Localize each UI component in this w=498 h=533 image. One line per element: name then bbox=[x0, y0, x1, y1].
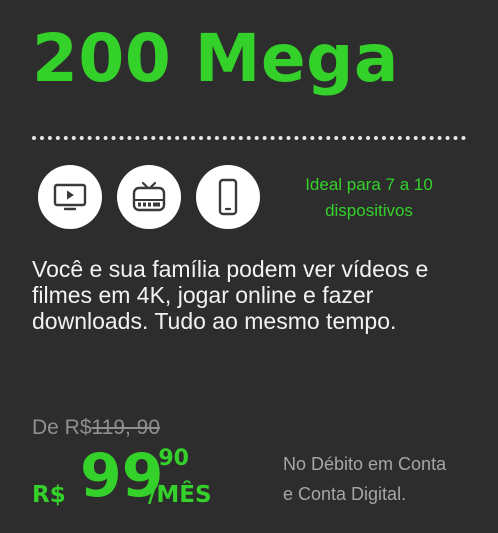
old-price-value: 119, 90 bbox=[91, 416, 161, 439]
smartphone-icon bbox=[196, 165, 260, 229]
price-cents: ,90 bbox=[150, 446, 189, 471]
plan-title: 200 Mega bbox=[32, 20, 399, 97]
devices-text-line2: dispositivos bbox=[325, 201, 413, 220]
plan-description: Você e sua família podem ver vídeos e fi… bbox=[32, 256, 429, 334]
payment-line1: No Débito em Conta bbox=[283, 454, 447, 474]
payment-line2: e Conta Digital. bbox=[283, 484, 407, 504]
devices-recommendation: Ideal para 7 a 10 dispositivos bbox=[282, 172, 456, 224]
dotted-divider bbox=[32, 136, 466, 140]
old-price: De R$119, 90 bbox=[32, 416, 160, 440]
old-price-prefix: De R$ bbox=[32, 416, 92, 439]
tv-box-icon bbox=[117, 165, 181, 229]
price-currency: R$ bbox=[32, 482, 66, 508]
tv-icon bbox=[38, 165, 102, 229]
device-icons bbox=[38, 165, 260, 229]
price-period: /MÊS bbox=[148, 482, 212, 508]
devices-text-line1: Ideal para 7 a 10 bbox=[305, 175, 433, 194]
payment-method-note: No Débito em Conta e Conta Digital. bbox=[283, 449, 483, 509]
